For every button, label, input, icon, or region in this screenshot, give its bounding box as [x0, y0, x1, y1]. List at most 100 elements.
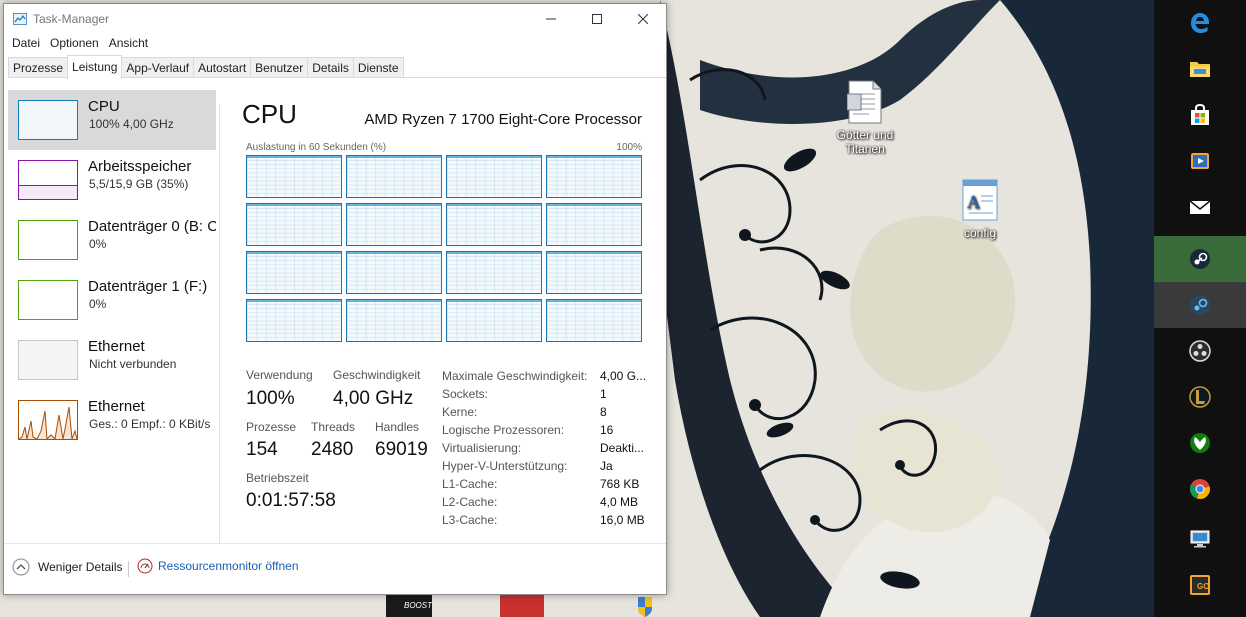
tab-leistung[interactable]: Leistung	[67, 55, 123, 79]
detail-label: Hyper-V-Unterstützung:	[442, 459, 568, 473]
task-manager-window: Task-Manager Datei Optionen Ansicht Proz…	[3, 3, 667, 595]
taskbar-obs[interactable]	[1154, 328, 1246, 374]
title-bar[interactable]: Task-Manager	[4, 4, 666, 34]
tab-details[interactable]: Details	[307, 57, 354, 77]
logical-processor-graph	[546, 203, 642, 246]
sidebar-divider	[219, 104, 220, 544]
fewer-details-label: Weniger Details	[38, 560, 123, 574]
document-icon	[846, 80, 883, 124]
cpu-thumbnail	[18, 100, 78, 140]
desktop-icon-goetter-und-titanen[interactable]: Götter und Titanen	[820, 80, 910, 156]
taskbar-chrome[interactable]	[1154, 466, 1246, 512]
taskbar-csgo[interactable]: GO	[1154, 562, 1246, 608]
detail-value: 768 KB	[600, 477, 640, 491]
text-file-icon: A	[961, 178, 999, 222]
sidebar-item-memory[interactable]: Arbeitsspeicher 5,5/15,9 GB (35%)	[8, 150, 216, 210]
detail-label: L1-Cache:	[442, 477, 498, 491]
taskbar-media-player[interactable]	[1154, 138, 1246, 184]
app-shortcut-icon[interactable]	[500, 595, 544, 617]
file-explorer-icon	[1190, 62, 1210, 77]
handles-value: 69019	[375, 439, 428, 460]
memory-usage-fill	[19, 184, 77, 199]
menu-ansicht[interactable]: Ansicht	[105, 34, 154, 52]
sidebar-item-title: Datenträger 1 (F:)	[88, 278, 208, 295]
graph-caption: Auslastung in 60 Sekunden (%)	[246, 142, 387, 153]
sidebar-item-cpu[interactable]: CPU 100% 4,00 GHz	[8, 90, 216, 150]
tab-bar: Prozesse Leistung App-Verlauf Autostart …	[8, 55, 666, 79]
sidebar-item-title: Ethernet	[88, 338, 145, 355]
detail-value: 4,00 G...	[600, 369, 647, 383]
logical-processor-graph	[446, 251, 542, 294]
boost-shortcut-icon[interactable]: BOOST	[386, 595, 432, 617]
minimize-button[interactable]	[528, 4, 574, 34]
remote-desktop-icon	[1190, 530, 1210, 548]
taskbar-edge[interactable]	[1154, 0, 1246, 46]
detail-value: 4,0 MB	[600, 495, 639, 509]
detail-value: 8	[600, 405, 607, 419]
taskbar-remote-desktop[interactable]	[1154, 516, 1246, 562]
footer-bar: Weniger Details Ressourcenmonitor öffnen	[4, 543, 666, 594]
taskbar-mail[interactable]	[1154, 184, 1246, 230]
desktop-icon-config[interactable]: A config	[935, 178, 1025, 240]
taskbar-steam[interactable]	[1154, 236, 1246, 282]
taskbar-steam-running[interactable]	[1154, 282, 1246, 328]
sidebar-item-ethernet-1[interactable]: Ethernet Nicht verbunden	[8, 330, 216, 390]
tab-autostart[interactable]: Autostart	[193, 57, 252, 77]
taskbar-league[interactable]	[1154, 374, 1246, 420]
handles-label: Handles	[375, 420, 420, 434]
sidebar-item-disk-1[interactable]: Datenträger 1 (F:) 0%	[8, 270, 216, 330]
menu-bar: Datei Optionen Ansicht	[4, 34, 666, 52]
usage-value: 100%	[246, 388, 295, 409]
tab-app-verlauf[interactable]: App-Verlauf	[121, 57, 195, 77]
ethernet-1-thumbnail	[18, 340, 78, 380]
detail-value: Ja	[600, 459, 613, 473]
detail-value: 1	[600, 387, 607, 401]
tab-prozesse[interactable]: Prozesse	[8, 57, 69, 77]
speed-label: Geschwindigkeit	[333, 368, 421, 382]
detail-label: L2-Cache:	[442, 495, 498, 509]
logical-processor-graph	[346, 203, 442, 246]
taskbar-file-explorer[interactable]	[1154, 46, 1246, 92]
menu-optionen[interactable]: Optionen	[46, 34, 105, 52]
tab-dienste[interactable]: Dienste	[352, 57, 404, 77]
menu-datei[interactable]: Datei	[8, 34, 46, 52]
speed-value: 4,00 GHz	[333, 388, 414, 409]
usage-label: Verwendung	[246, 368, 313, 382]
detail-label: Kerne:	[442, 405, 478, 419]
sidebar-item-title: Arbeitsspeicher	[88, 158, 192, 175]
taskbar-xbox[interactable]	[1154, 420, 1246, 466]
edge-icon	[1191, 13, 1209, 33]
chevron-up-icon	[12, 558, 30, 576]
ethernet-2-thumbnail	[18, 400, 78, 440]
sidebar-item-ethernet-2[interactable]: Ethernet Ges.: 0 Empf.: 0 KBit/s	[8, 390, 216, 450]
tab-benutzer[interactable]: Benutzer	[250, 57, 309, 77]
shield-shortcut-icon[interactable]	[614, 595, 658, 617]
desktop-icon-label: config	[963, 226, 997, 240]
resource-monitor-link[interactable]: Ressourcenmonitor öffnen	[137, 558, 299, 574]
boost-label: BOOST	[404, 601, 433, 610]
sidebar-item-disk-0[interactable]: Datenträger 0 (B: C 0%	[8, 210, 216, 270]
close-button[interactable]	[620, 4, 666, 34]
store-icon	[1191, 103, 1209, 125]
sidebar-item-sub: 5,5/15,9 GB (35%)	[89, 177, 189, 191]
chrome-icon	[1189, 479, 1211, 499]
resource-monitor-label: Ressourcenmonitor öffnen	[158, 559, 299, 573]
logical-processor-graph	[246, 299, 342, 342]
sidebar-item-sub: 0%	[89, 297, 107, 311]
logical-processor-graph	[246, 203, 342, 246]
logical-processor-graph	[346, 251, 442, 294]
logical-processor-graph	[346, 155, 442, 198]
ethernet-activity-graph	[19, 406, 77, 439]
threads-label: Threads	[311, 420, 356, 434]
maximize-button[interactable]	[574, 4, 620, 34]
taskbar-store[interactable]	[1154, 92, 1246, 138]
disk-1-thumbnail	[18, 280, 78, 320]
logical-processor-graphs	[246, 155, 642, 343]
detail-value: 16,0 MB	[600, 513, 645, 527]
steam-running-icon	[1190, 295, 1210, 315]
logical-processor-graph	[246, 251, 342, 294]
xbox-icon	[1190, 433, 1210, 453]
threads-value: 2480	[311, 439, 354, 460]
processor-name: AMD Ryzen 7 1700 Eight-Core Processor	[364, 111, 642, 128]
fewer-details-button[interactable]: Weniger Details	[12, 558, 122, 576]
